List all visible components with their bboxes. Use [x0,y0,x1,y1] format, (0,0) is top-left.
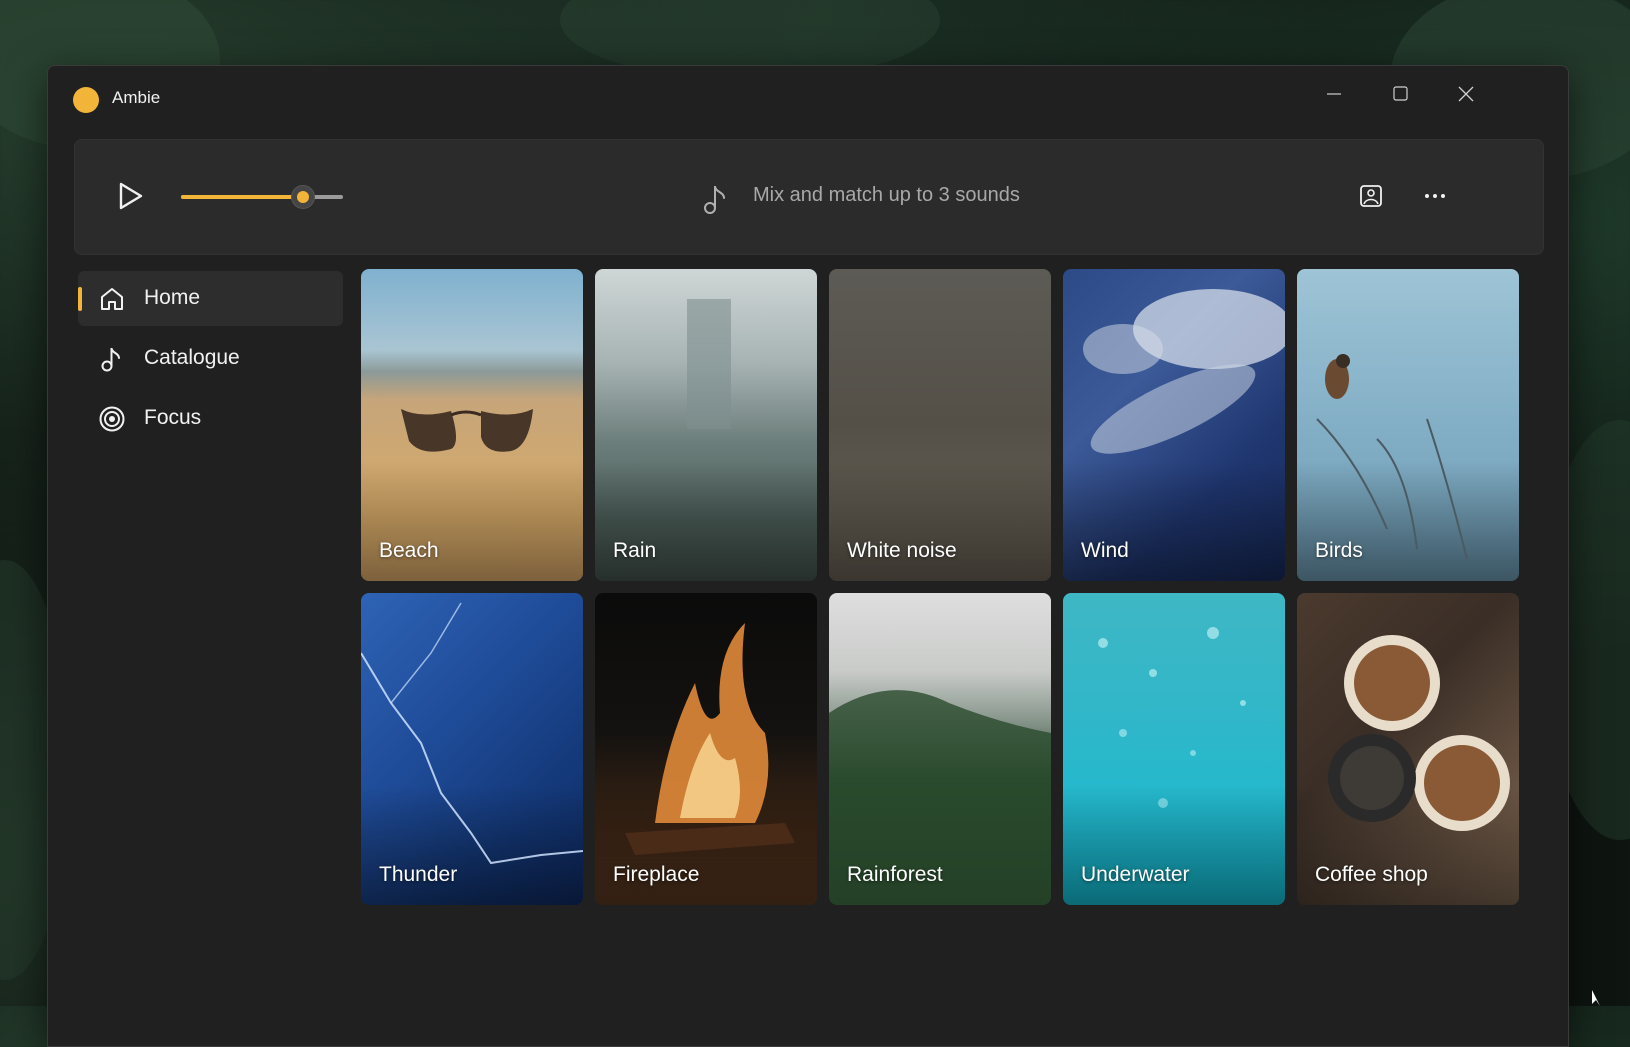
sound-tile-label: Thunder [379,863,458,886]
player-toolbar: Mix and match up to 3 sounds [74,139,1544,255]
maximize-button[interactable] [1378,76,1422,112]
nav-item-catalogue[interactable]: Catalogue [78,331,343,386]
sound-tile-label: Birds [1315,539,1363,562]
sound-tile-birds[interactable]: Birds [1297,269,1519,581]
app-title: Ambie [112,88,161,107]
more-icon [1425,194,1445,198]
nav-item-label: Home [144,286,201,309]
sunglasses-image [401,409,533,452]
sound-tile-coffee-shop[interactable]: Coffee shop [1297,593,1519,905]
coffee-cups-image [1328,635,1510,831]
sound-tile-label: Rainforest [847,863,943,886]
sound-tile-white-noise[interactable]: White noise [829,269,1051,581]
sound-tile-thunder[interactable]: Thunder [361,593,583,905]
play-button[interactable] [109,176,149,216]
minimize-icon [1327,93,1341,95]
music-note-icon [704,185,725,214]
nav-item-focus[interactable]: Focus [78,391,343,446]
app-window: Ambie Mix and match up to 3 sounds Home … [47,65,1569,1047]
maximize-icon [1393,86,1408,101]
target-icon [99,406,125,432]
mouse-cursor-icon [1592,990,1600,1006]
volume-slider[interactable] [181,185,343,209]
rainy-window-image [687,299,731,429]
sound-tile-label: Wind [1081,539,1129,562]
image-icon [1360,185,1382,207]
sound-tile-label: Beach [379,539,439,562]
nav-item-label: Catalogue [144,346,240,369]
music-note-icon [101,347,120,372]
sound-tile-beach[interactable]: Beach [361,269,583,581]
sound-tile-wind[interactable]: Wind [1063,269,1285,581]
navigation-pane: Home Catalogue Focus [78,271,343,451]
forest-image [829,690,1051,905]
volume-fill [181,195,303,199]
sound-tile-label: Underwater [1081,863,1190,886]
close-button[interactable] [1444,76,1488,112]
close-icon [1458,86,1474,102]
nav-item-label: Focus [144,406,202,429]
background-image-button[interactable] [1351,176,1391,216]
fire-image [625,623,795,855]
sound-tile-label: Fireplace [613,863,700,886]
minimize-button[interactable] [1312,76,1356,112]
lightning-image [361,602,583,865]
title-bar[interactable]: Ambie [48,66,1568,128]
sound-tile-fireplace[interactable]: Fireplace [595,593,817,905]
mix-hint-text: Mix and match up to 3 sounds [753,184,1020,206]
sound-tile-label: White noise [847,539,957,562]
home-icon [101,288,123,310]
sound-tile-label: Coffee shop [1315,863,1428,886]
volume-thumb[interactable] [290,185,315,209]
sound-tile-underwater[interactable]: Underwater [1063,593,1285,905]
bird-on-branch-image [1316,354,1468,560]
sound-tile-label: Rain [613,539,657,562]
more-options-button[interactable] [1415,176,1455,216]
clouds-image [1083,289,1285,454]
play-icon [119,182,143,210]
sound-tile-rainforest[interactable]: Rainforest [829,593,1051,905]
sound-tile-rain[interactable]: Rain [595,269,817,581]
bubbles-image [1098,627,1246,808]
nav-item-home[interactable]: Home [78,271,343,326]
app-logo-icon [73,87,99,113]
sound-grid: Beach Rain White noise Wind Birds Thunde… [361,269,1519,905]
